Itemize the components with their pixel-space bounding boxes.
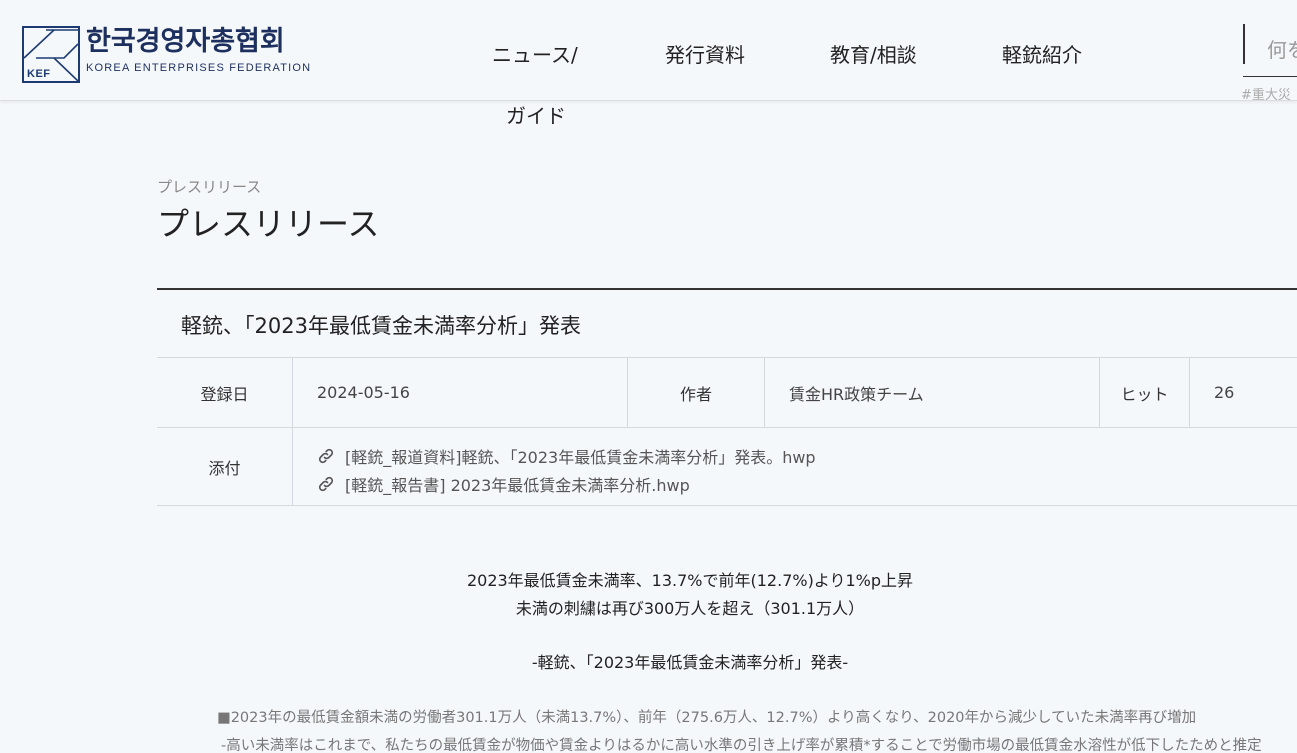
site-header: KEF 한국경영자총협회 KOREA ENTERPRISES FEDERATIO… [0, 6, 1297, 128]
logo-name-korean: 한국경영자총협회 [86, 26, 285, 57]
article-view: 軽銃、「2023年最低賃金未満率分析」発表 登録日 2024-05-16 作者 … [157, 288, 1297, 506]
logo-emblem: KEF [22, 26, 80, 83]
page-title: プレスリリース [157, 205, 380, 243]
logo-kef-text: KEF [27, 68, 51, 80]
kef-logo[interactable]: KEF 한국경영자총협회 KOREA ENTERPRISES FEDERATIO… [22, 26, 311, 83]
article-paragraph-2: -高い未満率はこれまで、私たちの最低賃金が物価や賃金よりはるかに高い水準の引き上… [221, 738, 1262, 753]
author-label: 作者 [628, 358, 765, 427]
date-label: 登録日 [157, 358, 293, 427]
article-subheadline: -軽銃、「2023年最低賃金未満率分析」発表- [531, 653, 849, 672]
nav-publications[interactable]: 発行資料 [665, 42, 745, 68]
date-value: 2024-05-16 [293, 358, 628, 427]
link-icon [318, 448, 334, 464]
nav-education[interactable]: 教育/相談 [830, 42, 917, 68]
link-icon [318, 476, 334, 492]
attachment-name: [軽銃_報道資料]軽銃、「2023年最低賃金未満率分析」発表。hwp [345, 448, 816, 467]
author-value: 賃金HR政策チーム [765, 358, 1100, 427]
nav-intro[interactable]: 軽銃紹介 [1002, 42, 1082, 68]
attach-label: 添付 [157, 428, 293, 505]
nav-news-label-line1: ニュース/ [492, 43, 578, 67]
article-headline-1: 2023年最低賃金未満率、13.7%で前年(12.7%)より1%p上昇 [466, 571, 914, 590]
attachments-row: 添付 [軽銃_報道資料]軽銃、「2023年最低賃金未満率分析」発表。hwp [軽… [157, 428, 1297, 506]
search-underline [1243, 76, 1297, 77]
breadcrumb[interactable]: プレスリリース [157, 176, 261, 197]
hits-label: ヒット [1100, 358, 1190, 427]
search-hashtag[interactable]: #重大災 [1241, 84, 1291, 103]
nav-news-guide[interactable]: ニュース/ ガイド [492, 42, 592, 128]
nav-news-label-line2: ガイド [506, 104, 566, 128]
search-placeholder: 何を [1267, 38, 1297, 62]
article-paragraph-1: ■2023年の最低賃金額未満の労働者301.1万人（未満13.7%）、前年（27… [217, 710, 1197, 726]
attachment-link[interactable]: [軽銃_報告書] 2023年最低賃金未満率分析.hwp [317, 470, 816, 498]
hits-value: 26 [1214, 383, 1235, 402]
article-title: 軽銃、「2023年最低賃金未満率分析」発表 [157, 290, 1297, 358]
article-headline-2: 未満の刺繍は再び300万人を超え（301.1万人） [515, 599, 865, 618]
attachment-link[interactable]: [軽銃_報道資料]軽銃、「2023年最低賃金未満率分析」発表。hwp [317, 442, 816, 470]
article-meta-row: 登録日 2024-05-16 作者 賃金HR政策チーム ヒット 26 [157, 358, 1297, 428]
logo-name-english: KOREA ENTERPRISES FEDERATION [86, 62, 312, 74]
attachment-list: [軽銃_報道資料]軽銃、「2023年最低賃金未満率分析」発表。hwp [軽銃_報… [293, 428, 816, 505]
attachment-name: [軽銃_報告書] 2023年最低賃金未満率分析.hwp [345, 476, 690, 495]
